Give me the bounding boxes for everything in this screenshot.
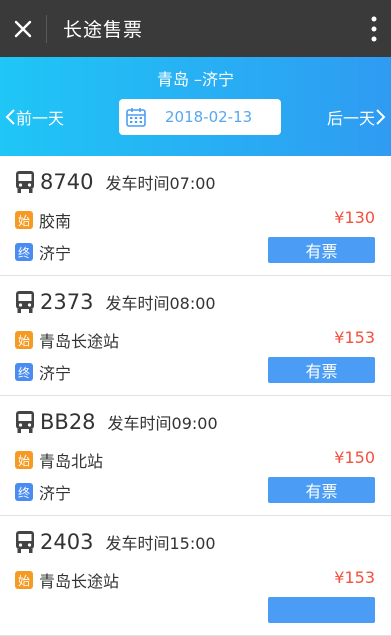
prev-day-label: 前一天 <box>16 109 65 128</box>
date-picker[interactable]: 2018-02-13 <box>119 99 281 135</box>
trip-card[interactable]: 2373 发车时间08:00 始 青岛长途站 ¥153 终 济宁 有票 <box>0 276 391 396</box>
start-tag: 始 <box>15 451 33 469</box>
ticket-price: ¥153 <box>334 568 375 587</box>
from-station: 青岛长途站 <box>39 572 120 591</box>
to-station: 济宁 <box>39 364 72 383</box>
from-station: 青岛长途站 <box>39 332 120 351</box>
page-title: 长途售票 <box>63 19 144 41</box>
bus-number: BB28 <box>40 410 96 434</box>
end-tag: 终 <box>15 363 33 381</box>
chevron-left-icon <box>5 109 15 125</box>
more-icon <box>371 16 377 42</box>
bus-icon <box>16 291 34 313</box>
bus-icon <box>16 531 34 553</box>
prev-day-button[interactable]: 前一天 <box>4 105 64 129</box>
from-station: 胶南 <box>39 212 72 231</box>
bus-icon <box>16 411 34 433</box>
to-station: 济宁 <box>39 244 72 263</box>
trip-card[interactable]: 2403 发车时间15:00 始 青岛长途站 ¥153 <box>0 516 391 636</box>
end-tag: 终 <box>15 243 33 261</box>
trip-card[interactable]: 8740 发车时间07:00 始 胶南 ¥130 终 济宁 有票 <box>0 156 391 276</box>
bus-number: 2403 <box>40 530 94 554</box>
route-header: 青岛 –济宁 前一天 2018-02-13 后一天 <box>0 57 391 156</box>
ticket-price: ¥153 <box>334 328 375 347</box>
available-button[interactable]: 有票 <box>268 237 375 263</box>
start-tag: 始 <box>15 571 33 589</box>
date-value: 2018-02-13 <box>165 108 253 126</box>
close-icon <box>14 20 32 37</box>
title-divider <box>46 14 47 43</box>
next-day-button[interactable]: 后一天 <box>327 105 387 129</box>
available-button[interactable]: 有票 <box>268 357 375 383</box>
next-day-label: 后一天 <box>326 109 375 128</box>
from-station: 青岛北站 <box>39 452 104 471</box>
available-button[interactable] <box>268 597 375 623</box>
departure-time: 发车时间07:00 <box>105 174 216 193</box>
departure-time: 发车时间15:00 <box>105 534 216 553</box>
ticket-price: ¥150 <box>334 448 375 467</box>
trip-card[interactable]: BB28 发车时间09:00 始 青岛北站 ¥150 终 济宁 有票 <box>0 396 391 516</box>
available-button[interactable]: 有票 <box>268 477 375 503</box>
top-bar: 长途售票 <box>0 0 391 57</box>
calendar-icon <box>126 108 146 127</box>
bus-icon <box>16 171 34 193</box>
ticket-price: ¥130 <box>334 208 375 227</box>
start-tag: 始 <box>15 211 33 229</box>
bus-number: 2373 <box>40 290 94 314</box>
trip-list: 8740 发车时间07:00 始 胶南 ¥130 终 济宁 有票 2373 发车… <box>0 156 391 636</box>
departure-time: 发车时间08:00 <box>105 294 216 313</box>
bus-number: 8740 <box>40 170 94 194</box>
to-station: 济宁 <box>39 484 72 503</box>
end-tag: 终 <box>15 483 33 501</box>
start-tag: 始 <box>15 331 33 349</box>
close-button[interactable] <box>0 0 46 57</box>
more-button[interactable] <box>367 14 381 44</box>
chevron-right-icon <box>376 109 386 125</box>
route-label: 青岛 –济宁 <box>156 70 235 89</box>
departure-time: 发车时间09:00 <box>107 414 218 433</box>
